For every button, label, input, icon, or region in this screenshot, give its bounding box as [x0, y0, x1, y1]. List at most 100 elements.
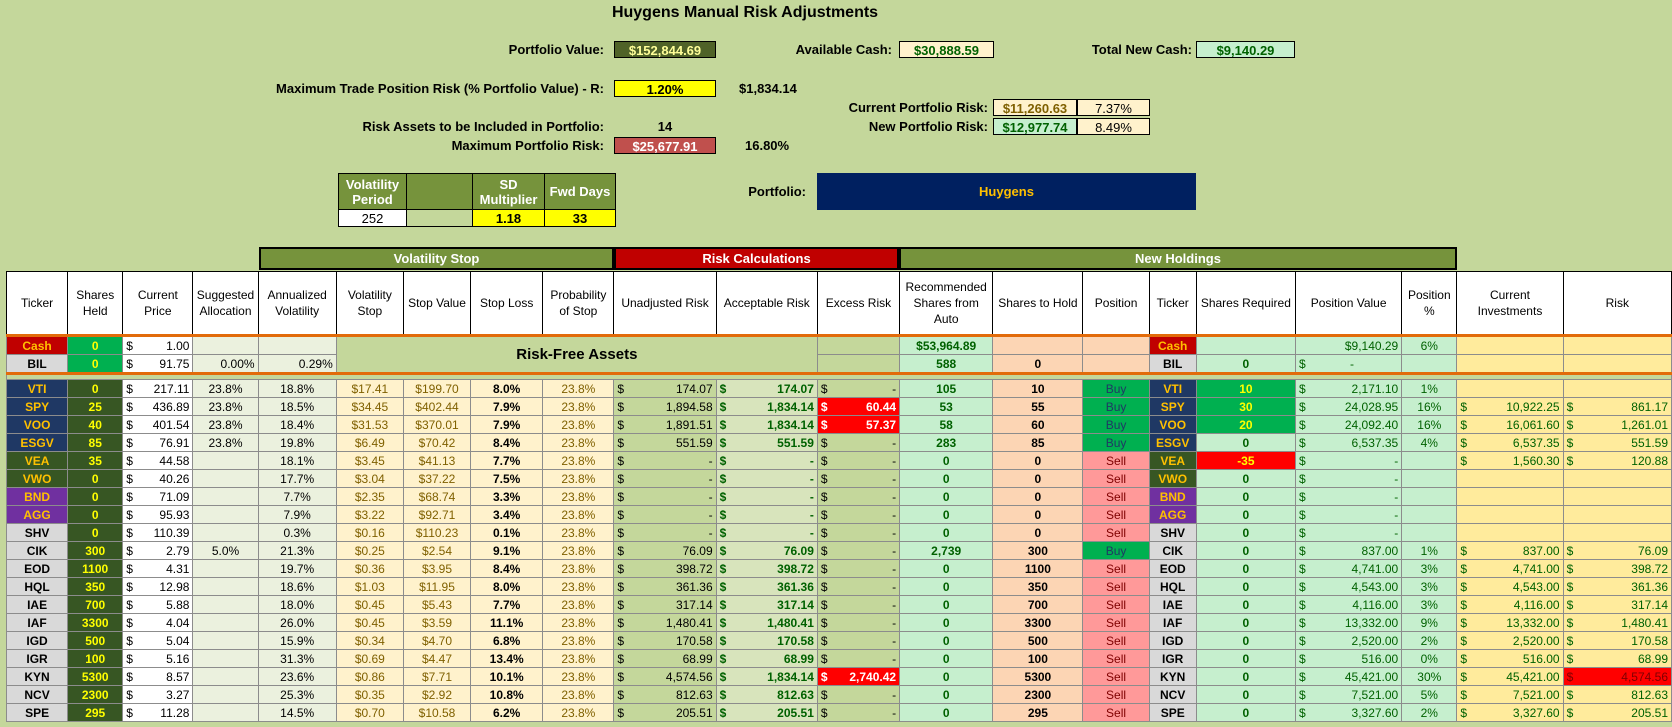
available-cash-cell[interactable]: $30,888.59: [899, 41, 994, 58]
shares-to-hold-cell[interactable]: 85: [992, 433, 1084, 452]
shares-held-cell[interactable]: 35: [67, 451, 124, 470]
shares-to-hold-cell[interactable]: 0: [992, 505, 1084, 524]
suggested-allocation-cell[interactable]: [192, 469, 259, 488]
max-portfolio-risk-pct: 16.80%: [745, 138, 790, 153]
shares-held-cell[interactable]: 0: [67, 523, 124, 542]
portfolio-name-banner[interactable]: Huygens: [817, 173, 1196, 210]
shares-held-cell[interactable]: 3300: [67, 613, 124, 632]
ticker-cell[interactable]: EOD: [5, 559, 69, 578]
ticker-cell[interactable]: HQL: [5, 577, 69, 596]
current-investments-cell: [1456, 469, 1564, 488]
ticker-cell[interactable]: IAF: [5, 613, 69, 632]
suggested-allocation-cell[interactable]: [192, 631, 259, 650]
sd-multiplier-cell[interactable]: 1.18: [472, 209, 545, 227]
suggested-allocation-cell[interactable]: [192, 595, 259, 614]
suggested-allocation-cell[interactable]: 23.8%: [192, 379, 259, 398]
current-risk-cell[interactable]: $11,260.63: [993, 99, 1077, 116]
suggested-allocation-cell[interactable]: [192, 487, 259, 506]
suggested-allocation-cell[interactable]: [192, 703, 259, 722]
total-new-cash-cell[interactable]: $9,140.29: [1196, 41, 1295, 58]
ticker-cell[interactable]: CIK: [5, 541, 69, 560]
shares-held-cell[interactable]: 0: [67, 469, 124, 488]
shares-to-hold-cell[interactable]: 300: [992, 541, 1084, 560]
shares-to-hold-cell[interactable]: 5300: [992, 667, 1084, 686]
ticker-cell[interactable]: VTI: [5, 379, 69, 398]
shares-held-cell[interactable]: 25: [67, 397, 124, 416]
shares-to-hold-cell[interactable]: 55: [992, 397, 1084, 416]
ticker-cell[interactable]: Cash: [5, 335, 69, 355]
shares-held-cell[interactable]: 0: [67, 335, 124, 355]
shares-to-hold-cell[interactable]: 0: [992, 523, 1084, 542]
ticker-cell[interactable]: SPY: [5, 397, 69, 416]
suggested-allocation-cell[interactable]: 0.00%: [192, 354, 259, 374]
shares-to-hold-cell[interactable]: 0: [992, 451, 1084, 470]
volatility-period-cell[interactable]: 252: [338, 209, 407, 227]
shares-held-cell[interactable]: 300: [67, 541, 124, 560]
suggested-allocation-cell[interactable]: [192, 559, 259, 578]
ticker-cell[interactable]: ESGV: [5, 433, 69, 452]
suggested-allocation-cell[interactable]: [192, 685, 259, 704]
shares-held-cell[interactable]: 0: [67, 487, 124, 506]
shares-held-cell[interactable]: 0: [67, 379, 124, 398]
shares-to-hold-cell[interactable]: 3300: [992, 613, 1084, 632]
ticker-cell[interactable]: BIL: [5, 354, 69, 374]
suggested-allocation-cell[interactable]: [192, 451, 259, 470]
shares-to-hold-cell[interactable]: 60: [992, 415, 1084, 434]
shares-held-cell[interactable]: 85: [67, 433, 124, 452]
ticker-cell[interactable]: IGR: [5, 649, 69, 668]
shares-held-cell[interactable]: 2300: [67, 685, 124, 704]
shares-held-cell[interactable]: 700: [67, 595, 124, 614]
suggested-allocation-cell[interactable]: [192, 649, 259, 668]
shares-to-hold-cell[interactable]: 295: [992, 703, 1084, 722]
shares-to-hold-cell[interactable]: 350: [992, 577, 1084, 596]
suggested-allocation-cell[interactable]: [192, 613, 259, 632]
suggested-allocation-cell[interactable]: 23.8%: [192, 415, 259, 434]
shares-to-hold-cell[interactable]: [992, 335, 1084, 355]
suggested-allocation-cell[interactable]: [192, 667, 259, 686]
ticker-cell[interactable]: VOO: [5, 415, 69, 434]
ticker-cell[interactable]: VWO: [5, 469, 69, 488]
shares-to-hold-cell[interactable]: 700: [992, 595, 1084, 614]
new-risk-pct-cell[interactable]: 8.49%: [1077, 118, 1150, 135]
suggested-allocation-cell[interactable]: [192, 505, 259, 524]
suggested-allocation-cell[interactable]: 23.8%: [192, 397, 259, 416]
suggested-allocation-cell[interactable]: [192, 523, 259, 542]
portfolio-value-cell[interactable]: $152,844.69: [614, 41, 716, 58]
ticker-cell[interactable]: KYN: [5, 667, 69, 686]
max-trade-risk-pct-cell[interactable]: 1.20%: [614, 80, 716, 97]
suggested-allocation-cell[interactable]: 5.0%: [192, 541, 259, 560]
ticker-cell[interactable]: NCV: [5, 685, 69, 704]
shares-held-cell[interactable]: 0: [67, 505, 124, 524]
shares-held-cell[interactable]: 350: [67, 577, 124, 596]
shares-to-hold-cell[interactable]: 100: [992, 649, 1084, 668]
max-portfolio-risk-cell[interactable]: $25,677.91: [614, 137, 716, 154]
current-risk-pct-cell[interactable]: 7.37%: [1077, 99, 1150, 116]
shares-held-cell[interactable]: 1100: [67, 559, 124, 578]
new-risk-cell[interactable]: $12,977.74: [993, 118, 1077, 135]
ticker-cell[interactable]: BND: [5, 487, 69, 506]
suggested-allocation-cell[interactable]: 23.8%: [192, 433, 259, 452]
shares-to-hold-cell[interactable]: 0: [992, 354, 1084, 374]
ticker-cell[interactable]: IAE: [5, 595, 69, 614]
shares-to-hold-cell[interactable]: 500: [992, 631, 1084, 650]
shares-to-hold-cell[interactable]: 0: [992, 487, 1084, 506]
shares-held-cell[interactable]: 500: [67, 631, 124, 650]
fwd-days-cell[interactable]: 33: [544, 209, 616, 227]
ticker-cell[interactable]: VEA: [5, 451, 69, 470]
shares-held-cell[interactable]: 40: [67, 415, 124, 434]
ticker-cell[interactable]: AGG: [5, 505, 69, 524]
ticker-cell[interactable]: SPE: [5, 703, 69, 722]
ticker-cell[interactable]: IGD: [5, 631, 69, 650]
shares-to-hold-cell[interactable]: 1100: [992, 559, 1084, 578]
shares-to-hold-cell[interactable]: 2300: [992, 685, 1084, 704]
ticker-cell[interactable]: SHV: [5, 523, 69, 542]
shares-held-cell[interactable]: 295: [67, 703, 124, 722]
shares-to-hold-cell[interactable]: 0: [992, 469, 1084, 488]
shares-to-hold-cell[interactable]: 10: [992, 379, 1084, 398]
suggested-allocation-cell[interactable]: [192, 577, 259, 596]
suggested-allocation-cell[interactable]: [192, 335, 259, 355]
shares-held-cell[interactable]: 100: [67, 649, 124, 668]
current-investments-cell: [1456, 505, 1564, 524]
shares-held-cell[interactable]: 0: [67, 354, 124, 374]
shares-held-cell[interactable]: 5300: [67, 667, 124, 686]
